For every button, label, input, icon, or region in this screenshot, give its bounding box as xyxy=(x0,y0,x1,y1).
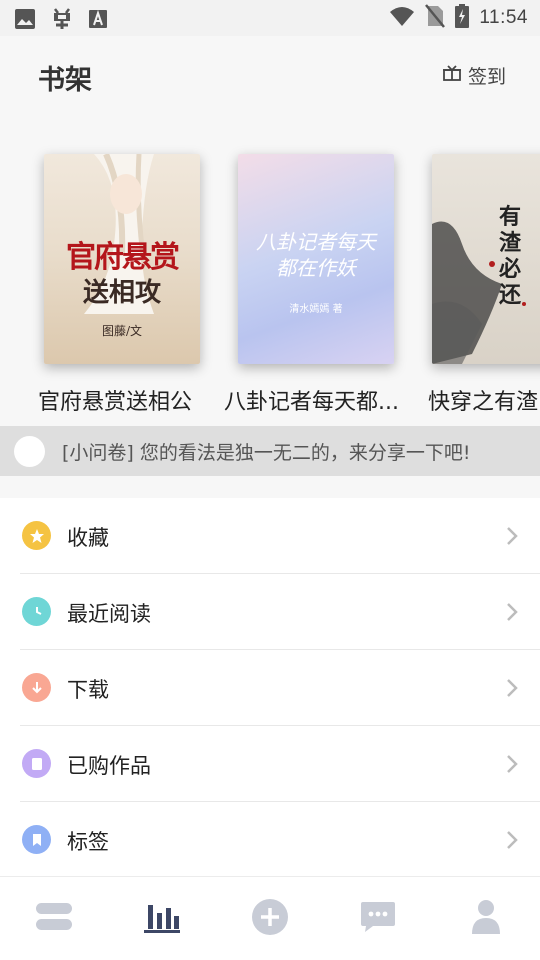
menu-label: 已购作品 xyxy=(67,754,151,778)
star-icon xyxy=(22,521,51,550)
chevron-right-icon xyxy=(506,678,518,702)
battery-icon xyxy=(455,4,470,32)
menu-list: 收藏 最近阅读 下载 已购作品 标签 xyxy=(0,498,540,876)
checkin-button[interactable]: 签到 xyxy=(442,62,506,89)
survey-text: [小问卷] 您的看法是独一无二的，来分享一下吧! xyxy=(62,442,471,464)
checkin-label: 签到 xyxy=(467,66,506,88)
book-icon xyxy=(22,749,51,778)
menu-item-recent[interactable]: 最近阅读 xyxy=(20,574,540,650)
book-cover[interactable]: 八卦记者每天 都在作妖 清水嫣嫣 著 xyxy=(238,154,394,364)
chevron-right-icon xyxy=(506,602,518,626)
bookmark-icon xyxy=(22,825,51,854)
cover-title: 官府悬赏 xyxy=(66,240,180,275)
book-title: 八卦记者每天都... xyxy=(224,390,399,415)
cover-title: 八卦记者每天 xyxy=(256,230,376,254)
bottom-navigation xyxy=(0,876,540,960)
cover-subtitle: 送相攻 xyxy=(82,278,161,308)
menu-label: 标签 xyxy=(67,830,109,854)
chevron-right-icon xyxy=(506,830,518,854)
menu-item-favorites[interactable]: 收藏 xyxy=(20,498,540,574)
book-cover[interactable]: 有渣必还 xyxy=(432,154,540,364)
download-icon xyxy=(22,673,51,702)
ranking-tab[interactable] xyxy=(142,897,182,937)
survey-banner[interactable]: [小问卷] 您的看法是独一无二的，来分享一下吧! xyxy=(0,426,540,476)
gift-box-icon xyxy=(442,64,462,87)
menu-label: 收藏 xyxy=(67,526,109,550)
menu-item-purchased[interactable]: 已购作品 xyxy=(20,726,540,802)
chat-icon xyxy=(361,902,395,932)
text-a-icon xyxy=(88,9,108,33)
header: 书架 签到 xyxy=(0,36,540,116)
chevron-right-icon xyxy=(506,754,518,778)
plus-circle-icon xyxy=(252,899,288,935)
banner-avatar xyxy=(14,436,45,467)
cover-author: 清水嫣嫣 著 xyxy=(289,304,343,315)
image-icon xyxy=(14,8,36,34)
page-title: 书架 xyxy=(38,65,92,96)
bookshelf-tab[interactable] xyxy=(34,897,74,937)
bar-chart-icon xyxy=(144,905,180,933)
menu-label: 最近阅读 xyxy=(67,602,151,626)
cover-author: 图藤/文 xyxy=(101,324,143,338)
clock-icon xyxy=(22,597,51,626)
chevron-right-icon xyxy=(506,526,518,550)
cover-title: 有渣必还 xyxy=(498,204,521,308)
book-title: 官府悬赏送相公 xyxy=(38,390,193,415)
person-icon xyxy=(472,900,500,934)
messages-tab[interactable] xyxy=(358,897,398,937)
bug-icon xyxy=(50,6,74,36)
menu-item-tags[interactable]: 标签 xyxy=(20,802,540,878)
cover-subtitle: 都在作妖 xyxy=(276,256,356,280)
add-tab[interactable] xyxy=(250,897,290,937)
profile-tab[interactable] xyxy=(466,897,506,937)
book-cover[interactable]: 官府悬赏 送相攻 图藤/文 xyxy=(44,154,200,364)
stack-icon xyxy=(36,903,72,930)
clock-time: 11:54 xyxy=(479,7,528,28)
menu-item-download[interactable]: 下载 xyxy=(20,650,540,726)
bookshelf: 官府悬赏 送相攻 图藤/文 官府悬赏送相公 八卦记者每天 都在作妖 清水嫣嫣 著… xyxy=(0,116,540,426)
book-title: 快穿之有渣 xyxy=(428,390,539,415)
wifi-icon xyxy=(389,5,415,31)
status-bar: 11:54 xyxy=(0,0,540,36)
menu-label: 下载 xyxy=(67,678,109,702)
no-sim-icon xyxy=(425,4,446,32)
